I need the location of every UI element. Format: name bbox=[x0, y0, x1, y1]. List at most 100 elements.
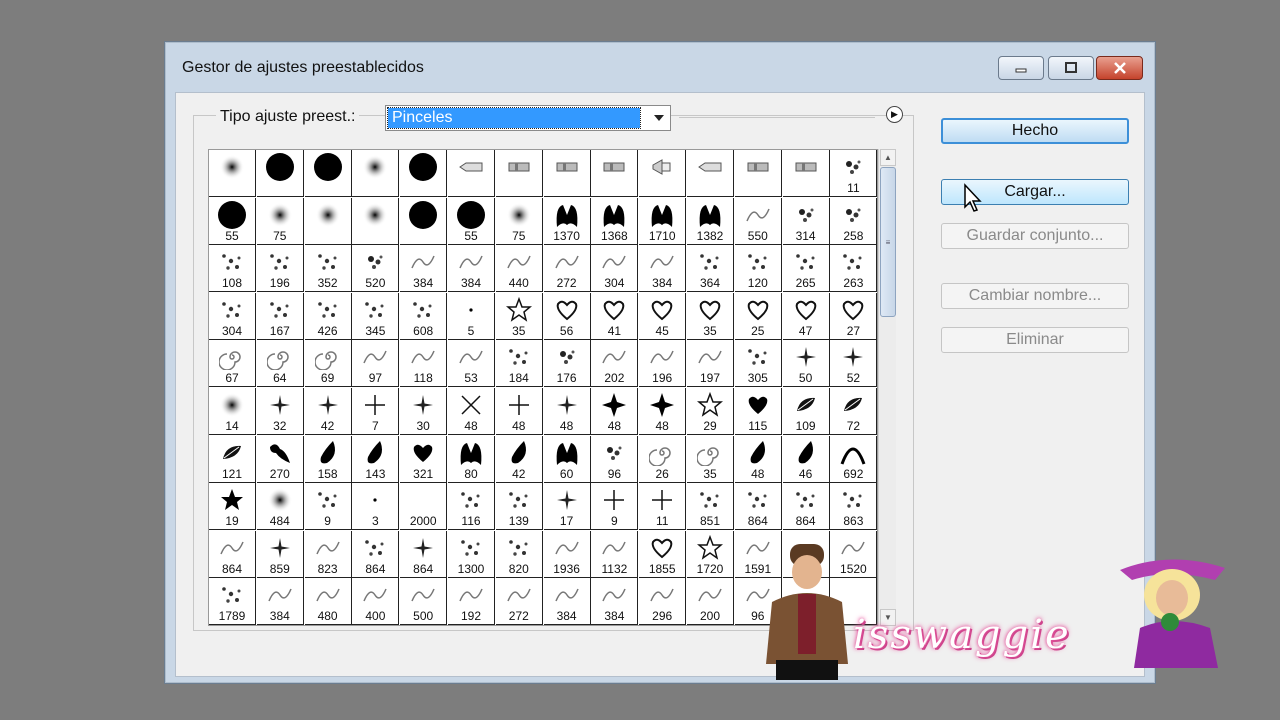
brush-preset-cell[interactable] bbox=[591, 150, 639, 197]
brush-preset-cell[interactable]: 121 bbox=[209, 435, 256, 483]
brush-preset-cell[interactable]: 520 bbox=[352, 245, 400, 293]
brush-preset-cell[interactable]: 97 bbox=[352, 340, 400, 388]
brush-preset-cell[interactable]: 67 bbox=[209, 340, 256, 388]
brush-preset-cell[interactable] bbox=[400, 197, 448, 245]
brush-preset-cell[interactable]: 53 bbox=[448, 340, 495, 388]
brush-preset-cell[interactable]: 32 bbox=[256, 388, 304, 435]
brush-preset-cell[interactable]: 1370 bbox=[543, 197, 591, 245]
brush-preset-cell[interactable]: 321 bbox=[400, 435, 448, 483]
brush-preset-cell[interactable]: 384 bbox=[639, 245, 687, 293]
brush-preset-cell[interactable]: 5 bbox=[448, 292, 495, 340]
flyout-menu-icon[interactable]: ▶ bbox=[886, 106, 903, 123]
brush-preset-cell[interactable]: 120 bbox=[734, 245, 782, 293]
brush-preset-cell[interactable]: 2000 bbox=[400, 483, 448, 531]
brush-preset-cell[interactable]: 96 bbox=[591, 435, 639, 483]
brush-preset-cell[interactable]: 118 bbox=[400, 340, 448, 388]
brush-preset-cell[interactable]: 80 bbox=[448, 435, 495, 483]
brush-preset-cell[interactable]: 305 bbox=[734, 340, 782, 388]
brush-preset-cell[interactable] bbox=[495, 150, 543, 197]
brush-preset-cell[interactable]: 272 bbox=[495, 578, 543, 625]
brush-preset-cell[interactable]: 1132 bbox=[591, 530, 639, 578]
brush-preset-cell[interactable]: 265 bbox=[782, 245, 830, 293]
brush-preset-cell[interactable]: 1720 bbox=[687, 530, 734, 578]
brush-preset-cell[interactable]: 167 bbox=[256, 292, 304, 340]
brush-preset-cell[interactable]: 258 bbox=[830, 197, 877, 245]
brush-preset-cell[interactable]: 851 bbox=[687, 483, 734, 531]
brush-preset-cell[interactable]: 304 bbox=[209, 292, 256, 340]
brush-preset-cell[interactable]: 864 bbox=[352, 530, 400, 578]
brush-preset-cell[interactable]: 9 bbox=[591, 483, 639, 531]
brush-preset-cell[interactable]: 202 bbox=[591, 340, 639, 388]
delete-button[interactable]: Eliminar bbox=[941, 327, 1129, 353]
brush-preset-cell[interactable] bbox=[639, 150, 687, 197]
brush-preset-cell[interactable]: 109 bbox=[782, 388, 830, 435]
brush-preset-cell[interactable]: 11 bbox=[830, 150, 877, 197]
brush-preset-cell[interactable]: 384 bbox=[591, 578, 639, 625]
brush-preset-cell[interactable] bbox=[400, 150, 448, 197]
brush-preset-cell[interactable]: 25 bbox=[734, 292, 782, 340]
brush-preset-cell[interactable]: 823 bbox=[304, 530, 352, 578]
brush-preset-cell[interactable]: 196 bbox=[256, 245, 304, 293]
brush-preset-cell[interactable]: 864 bbox=[782, 483, 830, 531]
brush-preset-cell[interactable]: 1710 bbox=[639, 197, 687, 245]
brush-preset-cell[interactable]: 45 bbox=[639, 292, 687, 340]
brush-preset-cell[interactable]: 314 bbox=[782, 197, 830, 245]
brush-preset-cell[interactable]: 272 bbox=[543, 245, 591, 293]
brush-preset-cell[interactable]: 859 bbox=[256, 530, 304, 578]
brush-preset-cell[interactable] bbox=[352, 150, 400, 197]
brush-preset-cell[interactable] bbox=[352, 197, 400, 245]
brush-preset-cell[interactable]: 176 bbox=[543, 340, 591, 388]
preset-type-select[interactable]: Pinceles bbox=[385, 105, 671, 131]
brush-preset-cell[interactable]: 1855 bbox=[639, 530, 687, 578]
brush-preset-cell[interactable]: 480 bbox=[304, 578, 352, 625]
brush-preset-cell[interactable]: 352 bbox=[304, 245, 352, 293]
brush-preset-cell[interactable] bbox=[209, 150, 256, 197]
brush-preset-cell[interactable]: 197 bbox=[687, 340, 734, 388]
brush-preset-cell[interactable]: 46 bbox=[782, 435, 830, 483]
brush-preset-cell[interactable]: 143 bbox=[352, 435, 400, 483]
brush-preset-cell[interactable]: 35 bbox=[687, 292, 734, 340]
brush-preset-cell[interactable]: 48 bbox=[734, 435, 782, 483]
brush-preset-cell[interactable]: 400 bbox=[352, 578, 400, 625]
brush-preset-cell[interactable]: 139 bbox=[495, 483, 543, 531]
brush-preset-cell[interactable] bbox=[734, 150, 782, 197]
brush-preset-cell[interactable]: 692 bbox=[830, 435, 877, 483]
brush-preset-cell[interactable]: 14 bbox=[209, 388, 256, 435]
brush-preset-cell[interactable]: 608 bbox=[400, 292, 448, 340]
brush-preset-cell[interactable]: 55 bbox=[448, 197, 495, 245]
brush-preset-cell[interactable]: 196 bbox=[639, 340, 687, 388]
brush-grid-scrollbar[interactable]: ▲ ≡ ▼ bbox=[878, 149, 896, 626]
brush-preset-cell[interactable]: 41 bbox=[591, 292, 639, 340]
brush-preset-cell[interactable]: 47 bbox=[782, 292, 830, 340]
brush-preset-cell[interactable]: 1368 bbox=[591, 197, 639, 245]
brush-preset-cell[interactable]: 69 bbox=[304, 340, 352, 388]
brush-preset-cell[interactable]: 364 bbox=[687, 245, 734, 293]
brush-preset-cell[interactable]: 864 bbox=[400, 530, 448, 578]
brush-preset-cell[interactable]: 35 bbox=[495, 292, 543, 340]
scroll-up-icon[interactable]: ▲ bbox=[880, 149, 896, 166]
brush-preset-cell[interactable] bbox=[448, 150, 495, 197]
brush-preset-cell[interactable]: 9 bbox=[304, 483, 352, 531]
brush-preset-cell[interactable]: 50 bbox=[782, 340, 830, 388]
brush-preset-cell[interactable] bbox=[304, 150, 352, 197]
brush-preset-cell[interactable]: 48 bbox=[495, 388, 543, 435]
brush-preset-cell[interactable]: 64 bbox=[256, 340, 304, 388]
brush-preset-cell[interactable] bbox=[304, 197, 352, 245]
brush-preset-cell[interactable]: 35 bbox=[687, 435, 734, 483]
brush-preset-cell[interactable]: 60 bbox=[543, 435, 591, 483]
brush-preset-cell[interactable]: 440 bbox=[495, 245, 543, 293]
brush-preset-cell[interactable]: 200 bbox=[687, 578, 734, 625]
brush-preset-cell[interactable]: 42 bbox=[495, 435, 543, 483]
brush-preset-cell[interactable]: 345 bbox=[352, 292, 400, 340]
brush-preset-cell[interactable]: 384 bbox=[256, 578, 304, 625]
brush-preset-cell[interactable] bbox=[256, 150, 304, 197]
brush-preset-cell[interactable]: 48 bbox=[448, 388, 495, 435]
brush-preset-cell[interactable]: 19 bbox=[209, 483, 256, 531]
brush-preset-cell[interactable]: 26 bbox=[639, 435, 687, 483]
brush-preset-cell[interactable] bbox=[782, 150, 830, 197]
brush-preset-cell[interactable]: 17 bbox=[543, 483, 591, 531]
brush-preset-cell[interactable]: 115 bbox=[734, 388, 782, 435]
brush-preset-cell[interactable]: 864 bbox=[734, 483, 782, 531]
brush-preset-cell[interactable]: 116 bbox=[448, 483, 495, 531]
brush-preset-cell[interactable]: 48 bbox=[639, 388, 687, 435]
